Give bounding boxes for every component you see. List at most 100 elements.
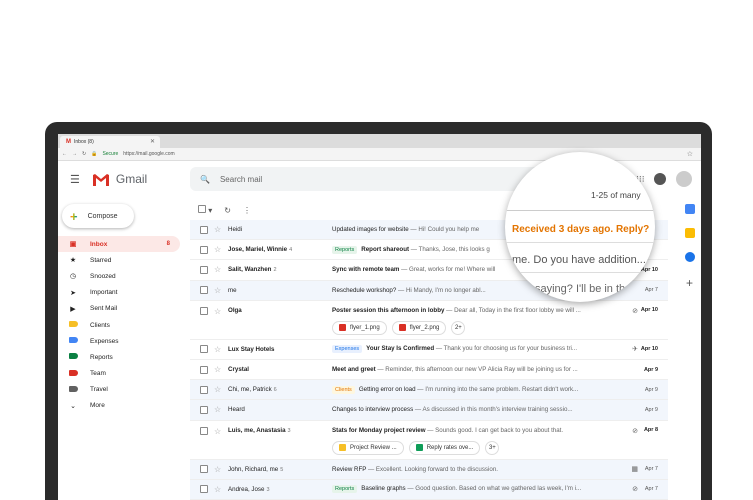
email-sender: me: [228, 286, 237, 294]
email-row[interactable]: ☆ Lux Stay Hotels Expenses Your Stay Is C…: [190, 339, 668, 360]
close-tab-icon[interactable]: ✕: [150, 138, 155, 145]
email-date: Apr 7: [644, 486, 658, 493]
clock-icon: ◷: [69, 273, 77, 281]
attachment-chip[interactable]: flyer_1.png: [332, 320, 387, 335]
attachment-chip[interactable]: flyer_2.png: [391, 320, 447, 335]
search-icon[interactable]: 🔍: [200, 175, 210, 184]
sidebar-item-expenses[interactable]: Expenses: [58, 333, 180, 349]
row-checkbox[interactable]: [200, 265, 208, 274]
star-icon[interactable]: ☆: [214, 225, 221, 234]
email-snippet: — Thank you for choosing us for your bus…: [434, 345, 578, 353]
attachment-icon: ⊘: [632, 307, 638, 315]
sidebar-item-team[interactable]: Team: [58, 366, 180, 382]
star-icon[interactable]: ☆: [214, 307, 221, 316]
tasks-app-icon[interactable]: [684, 252, 695, 262]
star-icon[interactable]: ☆: [214, 286, 221, 295]
email-row[interactable]: ☆ Andrea, Jose 3 Reports Baseline graphs —…: [190, 479, 668, 500]
magnifier-callout: 1-25 of many Received 3 days ago. Reply?…: [505, 152, 655, 302]
back-icon[interactable]: ←: [62, 151, 67, 157]
email-snippet: — Dear all, Today in the first floor lob…: [444, 306, 581, 314]
gmail-logo[interactable]: Gmail: [92, 172, 147, 186]
main-menu-icon[interactable]: ☰: [70, 173, 80, 186]
gmail-m-logo-icon: [92, 173, 110, 186]
more-attachments-chip[interactable]: 2+: [451, 320, 466, 335]
sidebar-item-important[interactable]: ➤ Important: [58, 285, 180, 301]
browser-tab[interactable]: M Inbox (8) ✕: [60, 136, 160, 148]
email-row[interactable]: ☆ Chi, me, Patrick 6 Clients Getting error…: [190, 380, 668, 401]
star-icon[interactable]: ☆: [214, 465, 221, 474]
sidebar-item-label: Starred: [90, 256, 112, 264]
email-subject: Getting error on load: [358, 385, 416, 393]
star-icon[interactable]: ☆: [214, 385, 221, 394]
reload-icon[interactable]: ↻: [82, 151, 86, 157]
email-subject: Poster session this afternoon in lobby: [332, 306, 445, 314]
right-side-panel: +: [678, 200, 701, 500]
slides-file-icon: [339, 444, 346, 451]
add-addon-icon[interactable]: +: [678, 276, 701, 290]
bookmark-star-icon[interactable]: ☆: [687, 150, 693, 158]
row-checkbox[interactable]: [200, 225, 208, 234]
email-row[interactable]: ☆ Luis, me, Anastasia 3 Stats for Monday …: [190, 420, 668, 460]
attachment-chip[interactable]: Project Review ...: [332, 440, 404, 455]
row-checkbox[interactable]: [200, 426, 208, 435]
label-tag-icon: [68, 369, 78, 376]
row-checkbox[interactable]: [200, 245, 208, 254]
row-checkbox[interactable]: [200, 345, 208, 354]
sidebar-item-sent[interactable]: ▶ Sent Mail: [58, 301, 180, 317]
url-text[interactable]: https://mail.google.com: [123, 151, 174, 157]
send-icon: ▶: [70, 305, 76, 313]
email-subject: Baseline graphs: [361, 485, 406, 493]
row-checkbox[interactable]: [200, 286, 208, 295]
email-content: Expenses Your Stay Is Confirmed — Thank y…: [332, 345, 617, 354]
more-attachments-chip[interactable]: 3+: [485, 440, 500, 455]
sidebar-item-label: Important: [90, 289, 118, 297]
thread-count: 3: [266, 486, 270, 493]
email-row[interactable]: ☆ Olga Poster session this afternoon in …: [190, 300, 668, 340]
sidebar-item-reports[interactable]: Reports: [58, 349, 180, 365]
email-row[interactable]: ☆ John, Richard, me 5 Review RFP — Excell…: [190, 459, 668, 480]
star-icon[interactable]: ☆: [214, 405, 221, 414]
email-snippet: — Thanks, Jose, this looks g: [409, 245, 490, 253]
row-checkbox[interactable]: [200, 365, 208, 374]
notifications-icon[interactable]: [654, 173, 666, 185]
email-sender: Salit, Wanzhen 2: [228, 266, 277, 274]
star-icon[interactable]: ☆: [214, 485, 221, 494]
keep-app-icon[interactable]: [684, 228, 695, 238]
email-date: Apr 9: [644, 406, 658, 413]
row-checkbox[interactable]: [200, 405, 208, 414]
refresh-icon[interactable]: ↻: [224, 206, 231, 215]
sidebar-item-clients[interactable]: Clients: [58, 317, 180, 333]
sidebar-item-inbox[interactable]: ▣ Inbox 8: [58, 236, 180, 253]
calendar-app-icon[interactable]: [684, 204, 695, 214]
row-checkbox[interactable]: [200, 385, 208, 394]
attachment-chip[interactable]: Reply rates ove...: [408, 440, 481, 455]
secure-lock-icon: 🔒: [91, 151, 98, 157]
row-checkbox[interactable]: [200, 306, 208, 315]
star-icon[interactable]: ☆: [214, 265, 221, 274]
star-icon[interactable]: ☆: [214, 427, 221, 436]
forward-icon[interactable]: →: [72, 151, 77, 157]
star-icon[interactable]: ☆: [214, 365, 221, 374]
row-checkbox[interactable]: [200, 465, 208, 474]
email-row[interactable]: ☆ Crystal Meet and greet — Reminder, thi…: [190, 359, 668, 381]
sidebar-item-starred[interactable]: ★ Starred: [58, 252, 180, 268]
row-checkbox[interactable]: [200, 485, 208, 494]
email-subject: Reschedule workshop?: [332, 286, 397, 294]
email-content: Poster session this afternoon in lobby —…: [332, 307, 617, 314]
email-date: Apr 10: [640, 346, 658, 353]
sidebar-item-travel[interactable]: Travel: [58, 382, 180, 398]
gmail-favicon-icon: M: [66, 139, 71, 145]
more-options-icon[interactable]: ⋮: [243, 206, 251, 215]
compose-button[interactable]: + Compose: [62, 204, 134, 228]
star-icon[interactable]: ☆: [214, 345, 221, 354]
star-icon[interactable]: ☆: [214, 245, 221, 254]
email-snippet: — Hi Mandy, I'm no longer abl...: [396, 286, 486, 294]
sidebar-item-more[interactable]: ⌄ More: [58, 398, 180, 414]
sidebar-item-label: Reports: [90, 353, 113, 361]
avatar[interactable]: [676, 171, 692, 187]
email-row[interactable]: ☆ Heard Changes to interview process — A…: [190, 400, 668, 421]
compose-plus-icon: +: [70, 208, 78, 224]
sidebar-item-snoozed[interactable]: ◷ Snoozed: [58, 268, 180, 284]
select-all-checkbox[interactable]: ▾: [198, 205, 212, 215]
email-content: Review RFP — Excellent. Looking forward …: [332, 466, 617, 473]
